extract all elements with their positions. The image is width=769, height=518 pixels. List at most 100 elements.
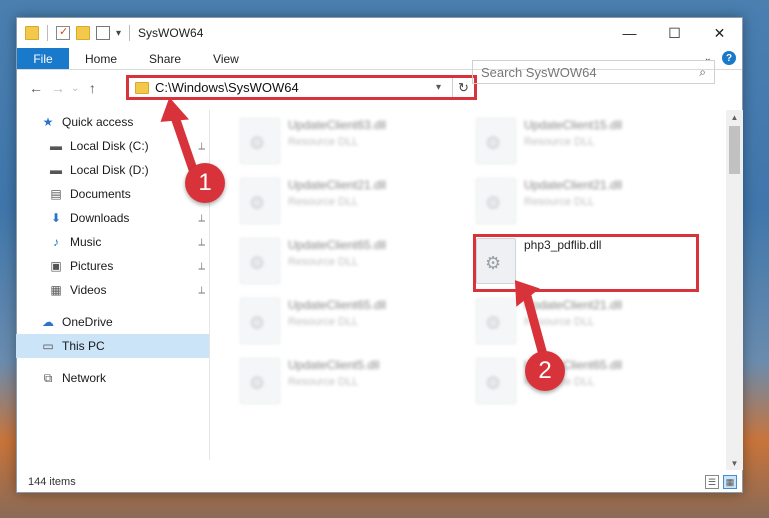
search-placeholder: Search SysWOW64	[481, 64, 597, 80]
file-item[interactable]: UpdateClient5.dll Resource DLL	[240, 358, 460, 412]
tab-view[interactable]: View	[197, 48, 255, 69]
folder-icon	[25, 26, 39, 40]
window-controls: — ☐ ✕	[607, 18, 742, 48]
star-icon: ★	[42, 115, 54, 129]
file-name: UpdateClient5.dll	[288, 358, 380, 372]
toolbar-divider	[47, 25, 48, 41]
file-name: UpdateClient63.dll	[288, 118, 387, 132]
file-type: Resource DLL	[288, 196, 359, 208]
step-badge-1: 1	[185, 163, 225, 203]
file-meta: UpdateClient21.dll Resource DLL	[524, 178, 622, 232]
dll-file-icon	[240, 298, 280, 344]
pin-icon[interactable]: ⟂	[198, 237, 205, 248]
quick-access-toolbar: ▾	[17, 25, 132, 41]
file-item[interactable]: UpdateClient21.dll Resource DLL	[240, 178, 460, 232]
pin-icon[interactable]: ⟂	[198, 285, 205, 296]
file-name: UpdateClient15.dll	[524, 118, 623, 132]
tab-file[interactable]: File	[17, 48, 69, 69]
sidebar-item-label: Local Disk (D:)	[70, 163, 149, 177]
customize-icon[interactable]	[96, 26, 110, 40]
pin-icon[interactable]: ⟂	[198, 261, 205, 272]
new-folder-icon[interactable]	[76, 26, 90, 40]
sidebar-item-label: Network	[62, 371, 107, 385]
documents-icon: ▤	[50, 187, 62, 201]
search-icon: ⌕	[699, 64, 706, 79]
network-icon: ⧉	[43, 370, 53, 385]
refresh-button[interactable]: ↻	[452, 78, 474, 97]
file-type: Resource DLL	[524, 196, 595, 208]
sidebar-item-label: OneDrive	[62, 315, 113, 329]
sidebar-item-this-pc[interactable]: ▭ This PC	[16, 334, 209, 358]
file-type: Resource DLL	[288, 256, 359, 268]
dll-file-icon	[240, 118, 280, 164]
file-type: Resource DLL	[288, 376, 359, 388]
minimize-button[interactable]: —	[607, 18, 652, 48]
window-title: SysWOW64	[138, 26, 204, 40]
file-meta: UpdateClient65.dll Resource DLL	[288, 238, 386, 292]
dll-file-icon	[240, 238, 280, 284]
forward-button[interactable]: →	[47, 80, 69, 96]
sidebar-item-videos[interactable]: ▦ Videos ⟂	[16, 278, 209, 302]
dll-file-icon	[240, 178, 280, 224]
dll-file-icon	[240, 358, 280, 404]
file-type: Resource DLL	[288, 136, 359, 148]
folder-icon	[135, 81, 149, 94]
drive-icon: ▬	[50, 139, 62, 153]
file-meta: UpdateClient21.dll Resource DLL	[288, 178, 386, 232]
file-item[interactable]: UpdateClient65.dll Resource DLL	[240, 238, 460, 292]
tab-home[interactable]: Home	[69, 48, 133, 69]
file-name: UpdateClient21.dll	[524, 178, 623, 192]
sidebar-item-pictures[interactable]: ▣ Pictures ⟂	[16, 254, 209, 278]
sidebar-item-label: This PC	[62, 339, 105, 353]
dll-file-icon	[476, 178, 516, 224]
sidebar-item-onedrive[interactable]: ☁ OneDrive	[16, 310, 209, 334]
sidebar-item-label: Downloads	[70, 211, 130, 225]
file-meta: UpdateClient63.dll Resource DLL	[288, 118, 386, 172]
music-icon: ♪	[53, 235, 59, 249]
computer-icon: ▭	[42, 339, 54, 353]
drive-icon: ▬	[50, 163, 62, 177]
file-item[interactable]: UpdateClient65.dll Resource DLL	[240, 298, 460, 352]
address-dropdown-icon[interactable]: ▾	[436, 82, 452, 93]
chevron-down-icon[interactable]: ▾	[116, 28, 121, 39]
search-input[interactable]: Search SysWOW64 ⌕	[472, 60, 715, 84]
pin-icon[interactable]: ⟂	[198, 213, 205, 224]
sidebar-item-downloads[interactable]: ⬇ Downloads ⟂	[16, 206, 209, 230]
title-bar: ▾ SysWOW64 — ☐ ✕	[17, 18, 742, 48]
pictures-icon: ▣	[50, 259, 62, 273]
close-button[interactable]: ✕	[697, 18, 742, 48]
step-badge-2: 2	[525, 351, 565, 391]
tab-share[interactable]: Share	[133, 48, 197, 69]
downloads-icon: ⬇	[50, 211, 62, 225]
file-name: UpdateClient65.dll	[288, 298, 387, 312]
file-meta: UpdateClient15.dll Resource DLL	[524, 118, 622, 172]
recent-locations-icon[interactable]: ⌄	[71, 83, 79, 94]
file-meta: UpdateClient65.dll Resource DLL	[288, 298, 386, 352]
sidebar-item-network[interactable]: ⧉ Network	[16, 366, 209, 390]
up-button[interactable]: ↑	[81, 80, 103, 96]
sidebar-item-label: Documents	[70, 187, 131, 201]
videos-icon: ▦	[50, 283, 62, 297]
dll-file-icon	[476, 118, 516, 164]
file-item[interactable]: UpdateClient63.dll Resource DLL	[240, 118, 460, 172]
file-type: Resource DLL	[288, 316, 359, 328]
file-name: php3_pdflib.dll	[524, 238, 602, 252]
file-type: Resource DLL	[524, 136, 595, 148]
sidebar-item-label: Local Disk (C:)	[70, 139, 149, 153]
properties-check-icon[interactable]	[56, 25, 70, 40]
back-button[interactable]: ←	[25, 80, 47, 96]
onedrive-icon: ☁	[42, 315, 54, 329]
file-name: UpdateClient65.dll	[288, 238, 387, 252]
file-item[interactable]: UpdateClient21.dll Resource DLL	[476, 178, 696, 232]
help-icon[interactable]: ?	[722, 51, 736, 65]
sidebar-item-label: Pictures	[70, 259, 114, 273]
sidebar-item-music[interactable]: ♪ Music ⟂	[16, 230, 209, 254]
sidebar-item-label: Music	[70, 235, 102, 249]
file-name: UpdateClient21.dll	[288, 178, 387, 192]
sidebar-item-label: Videos	[70, 283, 107, 297]
file-meta: UpdateClient5.dll Resource DLL	[288, 358, 379, 412]
sidebar-item-label: Quick access	[62, 115, 134, 129]
file-item[interactable]: UpdateClient15.dll Resource DLL	[476, 118, 696, 172]
toolbar-divider	[129, 25, 131, 41]
maximize-button[interactable]: ☐	[652, 18, 697, 48]
